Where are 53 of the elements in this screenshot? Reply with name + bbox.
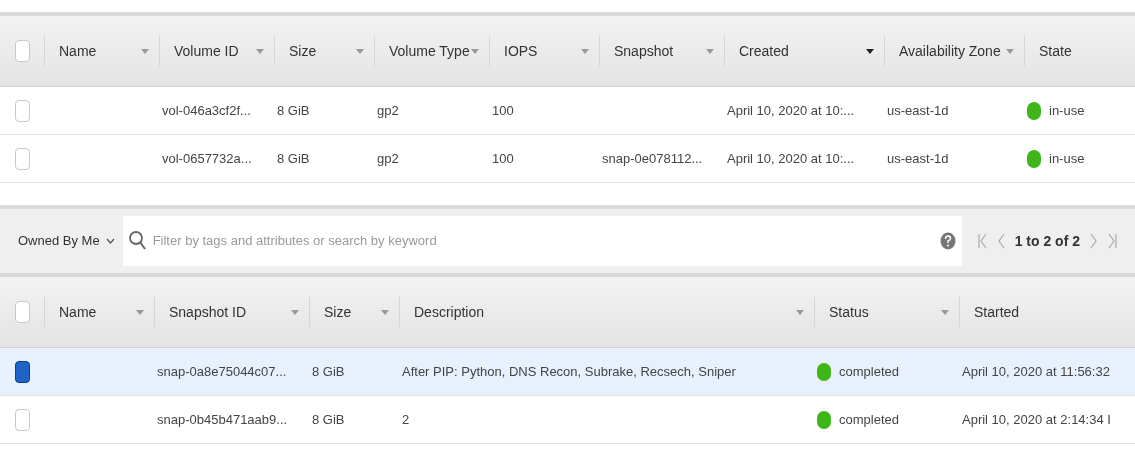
chevron-down-icon [105, 238, 115, 244]
column-header[interactable]: IOPS [504, 40, 538, 62]
table-cell: April 10, 2020 at 10:... [727, 102, 855, 118]
last-page-icon[interactable] [1107, 233, 1117, 249]
column-header[interactable]: State [1039, 40, 1072, 62]
table-cell: snap-0b45b471aab9... [157, 411, 288, 427]
status-text: completed [839, 362, 899, 381]
table-cell: vol-046a3cf2f... [162, 102, 251, 118]
table-cell: snap-0a8e75044c07... [157, 363, 287, 379]
column-header[interactable]: Volume Type [389, 40, 470, 62]
table-cell: snap-0e078112... [602, 150, 703, 166]
column-header[interactable]: Description [414, 301, 485, 323]
table-cell: April 10, 2020 at 10:... [727, 150, 855, 166]
table-cell: 8 GiB [277, 102, 310, 118]
table-cell: April 10, 2020 at 11:56:32 [962, 363, 1110, 379]
table-cell: 8 GiB [312, 363, 345, 379]
sort-caret-icon[interactable] [866, 48, 874, 54]
column-header[interactable]: Availability Zone [899, 40, 1001, 62]
table-cell: us-east-1d [887, 102, 949, 118]
table-cell: 8 GiB [277, 150, 310, 166]
first-page-icon[interactable] [977, 233, 988, 249]
table-cell: 100 [492, 150, 514, 166]
column-header[interactable]: Status [829, 301, 869, 323]
owner-dropdown[interactable]: Owned By Me [18, 231, 115, 251]
table-cell: 100 [492, 102, 514, 118]
column-header[interactable]: Snapshot ID [169, 301, 247, 323]
column-header[interactable]: Name [59, 40, 97, 62]
column-header[interactable]: Snapshot [614, 40, 674, 62]
state-text: in-use [1049, 149, 1085, 168]
column-header[interactable]: Name [59, 301, 97, 323]
next-page-icon[interactable] [1090, 233, 1097, 249]
search-input[interactable]: Filter by tags and attributes or search by keyword [152, 231, 934, 251]
column-header[interactable]: Size [324, 301, 352, 323]
search-icon [128, 231, 147, 251]
status-text: completed [839, 410, 899, 429]
table-cell: gp2 [377, 150, 399, 166]
column-header[interactable]: Volume ID [174, 40, 239, 62]
state-text: in-use [1049, 101, 1085, 120]
column-header[interactable]: Started [974, 301, 1020, 323]
table-cell: 2 [402, 411, 410, 427]
column-header[interactable]: Created [739, 40, 789, 62]
table-cell: us-east-1d [887, 150, 949, 166]
table-cell: April 10, 2020 at 2:14:34 I [962, 411, 1111, 427]
help-icon[interactable] [939, 232, 956, 250]
table-cell: vol-0657732a... [162, 150, 252, 166]
previous-page-icon[interactable] [997, 233, 1005, 249]
table-cell: gp2 [377, 102, 399, 118]
column-header[interactable]: Size [289, 40, 317, 62]
search-field[interactable]: Filter by tags and attributes or search by keyword [122, 216, 962, 266]
table-cell: After PIP: Python, DNS Recon, Subrake, Recsech, Sniper [402, 363, 736, 379]
row-checkbox[interactable] [15, 360, 30, 383]
table-cell: 8 GiB [312, 411, 345, 427]
pagination-text: 1 to 2 of 2 [1014, 231, 1080, 251]
